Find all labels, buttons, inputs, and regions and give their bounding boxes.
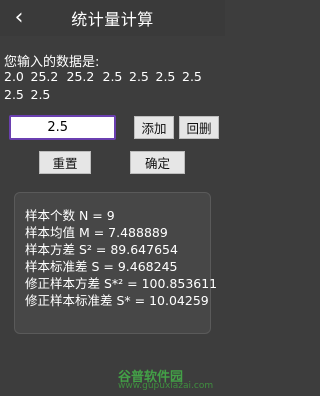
entered-values-list: 2.0 25.2 25.2 2.5 2.5 2.5 2.5 2.5 2.5 (4, 68, 222, 104)
value-item: 2.5 (102, 69, 123, 84)
value-item: 2.0 (4, 69, 24, 84)
result-count: 样本个数 N = 9 (25, 208, 115, 223)
value-item: 2.5 (129, 69, 149, 84)
back-button[interactable]: ‹ (8, 4, 30, 32)
value-item: 2.5 (182, 69, 202, 84)
chevron-left-icon: ‹ (14, 5, 24, 30)
result-mean: 样本均值 M = 7.488889 (25, 225, 168, 240)
value-item: 25.2 (66, 69, 95, 84)
result-corrected-stddev: 修正样本标准差 S* = 10.04259 (25, 293, 209, 308)
page-title: 统计量计算 (71, 10, 154, 29)
value-item: 2.5 (30, 87, 51, 102)
result-stddev: 样本标准差 S = 9.468245 (25, 259, 178, 274)
result-corrected-variance: 修正样本方差 S*² = 100.853611 (25, 276, 218, 291)
delete-button[interactable]: 回删 (179, 116, 219, 139)
watermark-url: www.gupuxiazai.com (118, 381, 214, 391)
value-item: 2.5 (4, 87, 24, 102)
results-panel: 样本个数 N = 9 样本均值 M = 7.488889 样本方差 S² = 8… (14, 192, 218, 334)
result-variance: 样本方差 S² = 89.647654 (25, 242, 178, 257)
reset-button[interactable]: 重置 (39, 151, 91, 174)
add-button[interactable]: 添加 (134, 116, 174, 139)
value-item: 2.5 (155, 69, 176, 84)
confirm-button[interactable]: 确定 (130, 151, 185, 174)
value-item: 25.2 (30, 69, 59, 84)
number-input[interactable]: 2.5 (9, 115, 116, 140)
title-bar: ‹ 统计量计算 (0, 0, 225, 36)
